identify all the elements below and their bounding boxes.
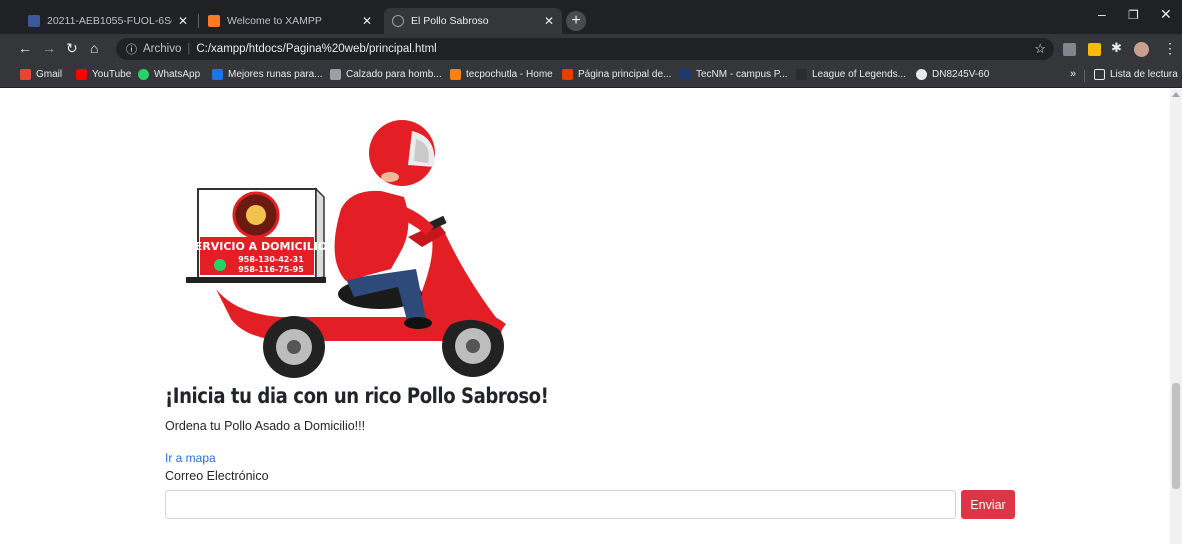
- globe-icon: [392, 15, 404, 27]
- xampp-icon: [208, 15, 220, 27]
- bookmark-label: DN8245V-60: [932, 69, 990, 80]
- scroll-thumb[interactable]: [1172, 383, 1180, 489]
- bookmark-league[interactable]: League of Legends...: [796, 69, 906, 80]
- bookmark-gmail[interactable]: Gmail: [20, 69, 62, 80]
- minimize-icon[interactable]: –: [1098, 6, 1106, 22]
- lol-icon: [796, 69, 807, 80]
- menu-kebab-icon[interactable]: ⋮: [1163, 40, 1177, 57]
- delivery-scooter-image: SERVICIO A DOMICILIO 958-130-42-31 958-1…: [186, 120, 506, 378]
- bookmark-label: Mejores runas para...: [228, 69, 323, 80]
- extension-icon[interactable]: [1063, 43, 1076, 56]
- email-input[interactable]: [165, 490, 956, 519]
- bookmark-dn8245[interactable]: DN8245V-60: [916, 69, 989, 80]
- bookmark-label: tecpochutla - Home: [466, 69, 553, 80]
- reading-list-icon: [1094, 69, 1105, 80]
- email-label: Correo Electrónico: [165, 469, 269, 483]
- bookmark-whatsapp[interactable]: WhatsApp: [138, 69, 200, 80]
- tab-xampp[interactable]: Welcome to XAMPP ✕: [200, 8, 380, 34]
- page-subtitle: Ordena tu Pollo Asado a Domicilio!!!: [165, 419, 366, 433]
- whatsapp-icon: [138, 69, 149, 80]
- bookmarks-bar: Gmail YouTube WhatsApp Mejores runas par…: [0, 64, 1182, 88]
- send-button[interactable]: Enviar: [961, 490, 1015, 519]
- forward-icon[interactable]: →: [42, 40, 56, 56]
- scheme-label: Archivo: [143, 43, 182, 55]
- bookmarks-divider: [1084, 70, 1085, 82]
- url-text[interactable]: C:/xampp/htdocs/Pagina%20web/principal.h…: [196, 43, 436, 55]
- tab-label: 20211-AEB1055-FUOL-6SCA: Act: [47, 15, 172, 27]
- bookmark-label: Calzado para homb...: [346, 69, 442, 80]
- page-content: SERVICIO A DOMICILIO 958-130-42-31 958-1…: [0, 89, 1170, 544]
- more-bookmarks-icon[interactable]: »: [1070, 68, 1076, 80]
- bookmark-label: Gmail: [36, 69, 63, 80]
- address-divider: |: [187, 43, 191, 55]
- back-icon[interactable]: ←: [18, 40, 32, 56]
- tab-label: El Pollo Sabroso: [411, 15, 489, 27]
- youtube-icon: [76, 69, 87, 80]
- bookmark-tecnm[interactable]: TecNM - campus P...: [680, 69, 788, 80]
- restore-icon[interactable]: ❐: [1128, 8, 1139, 22]
- bookmark-office[interactable]: Página principal de...: [562, 69, 671, 80]
- close-icon[interactable]: ✕: [362, 14, 372, 28]
- league-icon: [212, 69, 223, 80]
- bookmark-label: YouTube: [92, 69, 132, 80]
- phone-2: 958-116-75-95: [238, 265, 304, 274]
- globe-icon: [916, 69, 927, 80]
- page-headline: ¡Inicia tu dia con un rico Pollo Sabroso…: [165, 384, 549, 408]
- phone-1: 958-130-42-31: [238, 255, 304, 264]
- map-link[interactable]: Ir a mapa: [165, 451, 216, 465]
- scroll-up-arrow-icon[interactable]: [1172, 92, 1180, 97]
- close-icon[interactable]: ✕: [544, 14, 554, 28]
- new-tab-button[interactable]: +: [566, 11, 586, 31]
- address-bar[interactable]: ⓘ Archivo | C:/xampp/htdocs/Pagina%20web…: [116, 38, 1054, 60]
- moodle-icon: [28, 15, 40, 27]
- profile-avatar-icon[interactable]: [1134, 42, 1149, 57]
- sign-text: SERVICIO A DOMICILIO: [187, 240, 327, 253]
- reload-icon[interactable]: ↻: [66, 40, 78, 57]
- shoe-icon: [330, 69, 341, 80]
- bookmark-star-icon[interactable]: ☆: [1034, 41, 1046, 57]
- bookmark-tecpochutla[interactable]: tecpochutla - Home: [450, 69, 553, 80]
- gmail-icon: [20, 69, 31, 80]
- bookmark-label: Página principal de...: [578, 69, 672, 80]
- tab-moodle[interactable]: 20211-AEB1055-FUOL-6SCA: Act ✕: [20, 8, 196, 34]
- browser-toolbar: ← → ↻ ⌂ ⓘ Archivo | C:/xampp/htdocs/Pagi…: [0, 34, 1182, 64]
- bookmark-label: TecNM - campus P...: [696, 69, 788, 80]
- tecnm-icon: [680, 69, 691, 80]
- notes-extension-icon[interactable]: [1088, 43, 1101, 56]
- close-icon[interactable]: ✕: [178, 14, 188, 28]
- bookmark-label: League of Legends...: [812, 69, 906, 80]
- tab-label: Welcome to XAMPP: [227, 15, 322, 27]
- bookmark-runas[interactable]: Mejores runas para...: [212, 69, 323, 80]
- home-icon[interactable]: ⌂: [90, 40, 98, 56]
- puzzle-extensions-icon[interactable]: ✱: [1111, 40, 1122, 56]
- page-scrollbar[interactable]: [1170, 89, 1182, 544]
- tab-strip: 20211-AEB1055-FUOL-6SCA: Act ✕ Welcome t…: [0, 0, 1182, 34]
- bookmark-youtube[interactable]: YouTube: [76, 69, 131, 80]
- reading-list[interactable]: Lista de lectura: [1094, 69, 1178, 80]
- tab-separator: [198, 14, 199, 28]
- tab-pollo-sabroso[interactable]: El Pollo Sabroso ✕: [384, 8, 562, 34]
- office-icon: [562, 69, 573, 80]
- moodle-icon: [450, 69, 461, 80]
- bookmark-label: WhatsApp: [154, 69, 201, 80]
- info-icon[interactable]: ⓘ: [126, 41, 137, 57]
- reading-list-label: Lista de lectura: [1110, 69, 1178, 80]
- window-close-icon[interactable]: ✕: [1160, 6, 1172, 23]
- bookmark-calzado[interactable]: Calzado para homb...: [330, 69, 442, 80]
